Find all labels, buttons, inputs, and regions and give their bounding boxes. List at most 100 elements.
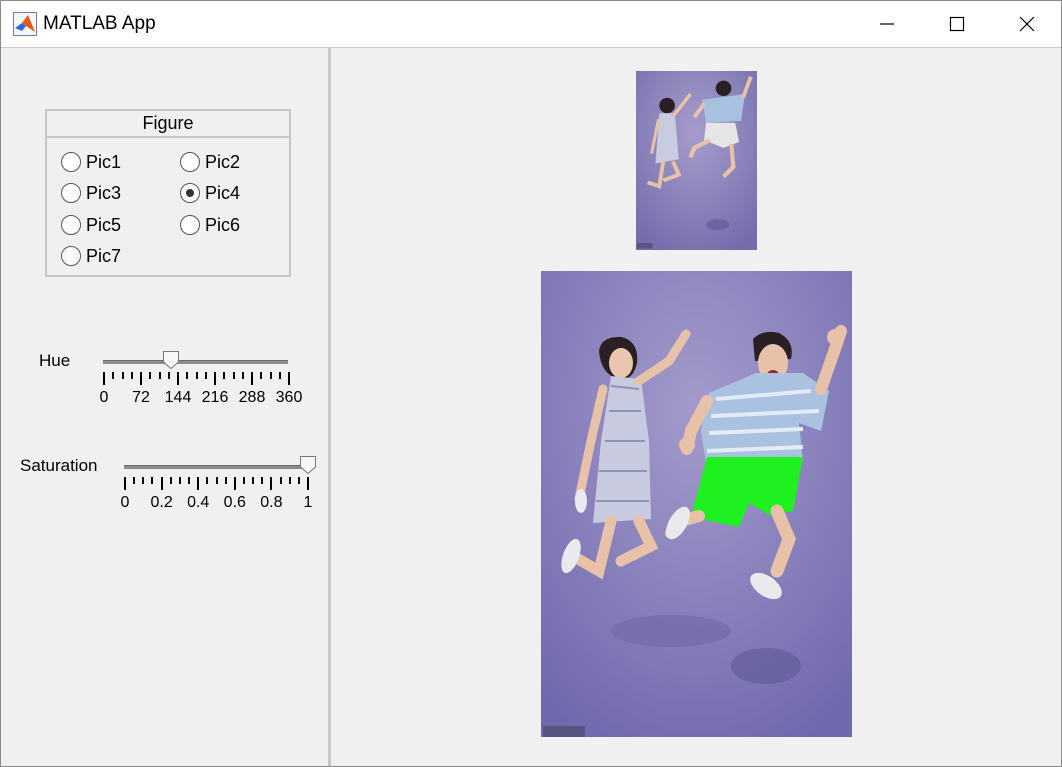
- minor-tick: [167, 372, 170, 379]
- hue-label: Hue: [39, 351, 71, 370]
- minor-tick: [279, 477, 282, 484]
- minor-tick: [206, 477, 209, 484]
- radio-label: Pic2: [205, 151, 241, 172]
- window-title: MATLAB App: [43, 13, 156, 34]
- figure-button-group: Figure Pic1 Pic2 Pic3 Pic4 Pic5 Pic6 Pic…: [45, 109, 291, 277]
- radio-label: Pic5: [86, 214, 122, 235]
- minor-tick: [169, 477, 172, 484]
- minor-tick: [224, 477, 227, 484]
- hue-slider[interactable]: 0 72 144 216 288 360: [99, 348, 302, 408]
- minor-tick: [278, 372, 281, 379]
- major-tick: [177, 372, 179, 385]
- major-tick: [270, 477, 273, 490]
- radio-label: Pic4: [205, 182, 241, 203]
- radio-pic4[interactable]: Pic4: [180, 182, 240, 204]
- minor-tick: [151, 477, 154, 484]
- minimize-icon: [880, 23, 894, 25]
- radio-circle[interactable]: [61, 246, 81, 266]
- original-image: [636, 71, 757, 250]
- image-panel: [334, 48, 1061, 766]
- hue-slider-track[interactable]: [103, 360, 288, 364]
- hue-tick-label: 360: [275, 389, 303, 406]
- radio-label: Pic3: [86, 182, 122, 203]
- minor-tick: [112, 372, 115, 379]
- hue-tick-label: 72: [132, 389, 150, 406]
- title-bar: MATLAB App: [1, 1, 1061, 47]
- radio-circle[interactable]: [61, 183, 81, 203]
- major-tick: [307, 477, 309, 490]
- saturation-tick-label: 0.6: [223, 494, 246, 511]
- minor-tick: [261, 477, 264, 484]
- hue-tick-label: 144: [164, 389, 192, 406]
- radio-circle[interactable]: [180, 215, 200, 235]
- close-icon: [1019, 16, 1035, 32]
- radio-pic6[interactable]: Pic6: [180, 214, 240, 236]
- saturation-tick-label: 0.2: [150, 494, 173, 511]
- major-tick: [233, 477, 236, 490]
- saturation-tick-label: 1: [303, 494, 313, 511]
- radio-label: Pic7: [86, 245, 122, 266]
- minor-tick: [158, 372, 161, 379]
- minimize-button[interactable]: [857, 1, 917, 47]
- minor-tick: [232, 372, 235, 379]
- radio-pic5[interactable]: Pic5: [61, 214, 121, 236]
- recolored-photo: [541, 271, 852, 737]
- recolored-image: [541, 271, 852, 737]
- minor-tick: [178, 477, 181, 484]
- radio-pic2[interactable]: Pic2: [180, 151, 240, 173]
- minor-tick: [130, 372, 133, 379]
- minor-tick: [188, 477, 191, 484]
- hue-tick-label: 0: [99, 389, 109, 406]
- radio-label: Pic1: [86, 151, 122, 172]
- minor-tick: [204, 372, 207, 379]
- major-tick: [124, 477, 126, 490]
- radio-circle[interactable]: [61, 152, 81, 172]
- major-tick: [140, 372, 142, 385]
- minor-tick: [288, 477, 291, 484]
- minor-tick: [269, 372, 272, 379]
- major-tick: [251, 372, 253, 385]
- radio-circle[interactable]: [180, 152, 200, 172]
- hue-slider-thumb[interactable]: [162, 351, 179, 369]
- major-tick: [160, 477, 163, 490]
- radio-label: Pic6: [205, 214, 241, 235]
- minor-tick: [215, 477, 218, 484]
- major-tick: [197, 477, 200, 490]
- saturation-tick-label: 0.4: [187, 494, 210, 511]
- minor-tick: [186, 372, 189, 379]
- control-panel: Figure Pic1 Pic2 Pic3 Pic4 Pic5 Pic6 Pic…: [3, 48, 331, 766]
- radio-pic3[interactable]: Pic3: [61, 182, 121, 204]
- major-tick: [288, 372, 290, 385]
- matlab-logo-icon: [13, 12, 37, 36]
- minor-tick: [133, 477, 136, 484]
- minor-tick: [242, 477, 245, 484]
- saturation-slider[interactable]: 0 0.2 0.4 0.6 0.8 1: [120, 453, 316, 513]
- minor-tick: [149, 372, 152, 379]
- radio-pic7[interactable]: Pic7: [61, 245, 121, 267]
- saturation-tick-label: 0.8: [260, 494, 283, 511]
- minor-tick: [142, 477, 145, 484]
- minor-tick: [260, 372, 263, 379]
- figure-group-title: Figure: [47, 111, 289, 138]
- saturation-slider-track[interactable]: [124, 465, 307, 469]
- minor-tick: [121, 372, 124, 379]
- hue-tick-label: 216: [201, 389, 229, 406]
- radio-pic1[interactable]: Pic1: [61, 151, 121, 173]
- radio-circle-selected[interactable]: [180, 183, 200, 203]
- hue-slider-ticks: [103, 372, 290, 386]
- close-button[interactable]: [997, 1, 1057, 47]
- radio-circle[interactable]: [61, 215, 81, 235]
- saturation-tick-label: 0: [120, 494, 130, 511]
- major-tick: [103, 372, 105, 385]
- minor-tick: [252, 477, 255, 484]
- minor-tick: [223, 372, 226, 379]
- minor-tick: [241, 372, 244, 379]
- original-photo: [636, 71, 757, 250]
- maximize-button[interactable]: [927, 1, 987, 47]
- maximize-icon: [949, 16, 965, 32]
- minor-tick: [297, 477, 300, 484]
- app-window: MATLAB App Figure Pic1 Pic2 Pic3 Pic4 Pi…: [0, 0, 1062, 767]
- saturation-slider-thumb[interactable]: [300, 456, 316, 474]
- saturation-label: Saturation: [20, 456, 98, 475]
- minor-tick: [195, 372, 198, 379]
